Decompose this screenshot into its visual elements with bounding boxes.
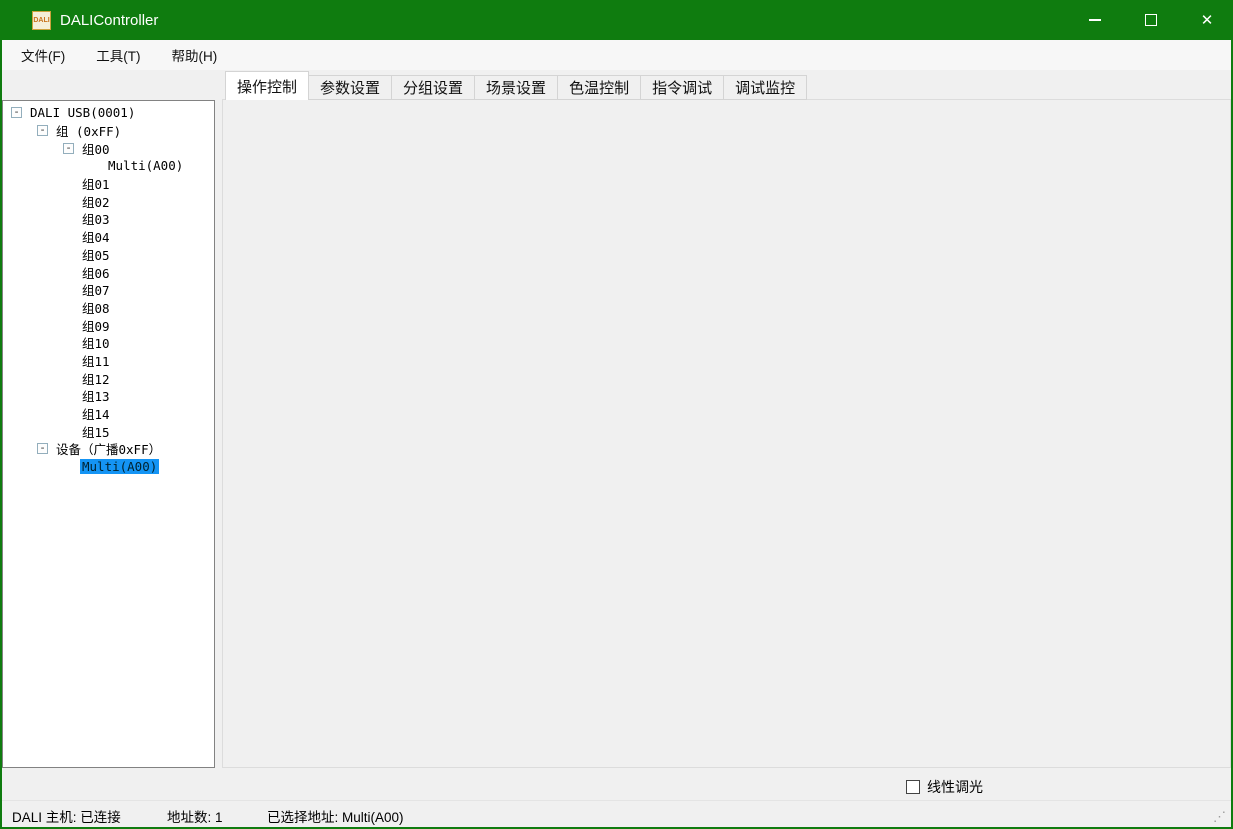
linear-dimming-row: 线性调光 bbox=[906, 777, 983, 797]
tree-item-label: 组10 bbox=[80, 333, 112, 352]
tree-item[interactable]: - 组 (0xFF) bbox=[3, 122, 214, 140]
tree-item[interactable]: 组11 bbox=[3, 352, 214, 370]
tree-item-label: 组00 bbox=[80, 139, 112, 158]
minimize-button[interactable] bbox=[1072, 0, 1118, 40]
app-icon: DALI bbox=[32, 11, 51, 30]
tab[interactable]: 色温控制 bbox=[558, 75, 641, 100]
status-bar: DALI 主机: 已连接 地址数: 1 已选择地址: Multi(A00) ⋰ bbox=[2, 800, 1231, 827]
tree-item[interactable]: Multi(A00) bbox=[3, 458, 214, 476]
linear-dimming-checkbox[interactable] bbox=[906, 780, 920, 794]
tree-expander-icon[interactable]: - bbox=[37, 125, 48, 136]
tree-item-label: 组07 bbox=[80, 280, 112, 299]
menu-item[interactable]: 工具(T) bbox=[83, 40, 153, 70]
tree-item[interactable]: 组13 bbox=[3, 387, 214, 405]
tree-item-label: 组06 bbox=[80, 263, 112, 282]
app-window: DALI DALIController ✕ 文件(F)工具(T)帮助(H) - … bbox=[0, 0, 1233, 829]
status-address-count: 地址数: 1 bbox=[167, 806, 223, 826]
tree-item[interactable]: 组10 bbox=[3, 334, 214, 352]
tab[interactable]: 操作控制 bbox=[225, 71, 309, 100]
tree-item-label: 组11 bbox=[80, 351, 112, 370]
title-bar: DALI DALIController ✕ bbox=[0, 0, 1233, 40]
tab-page-operation-control bbox=[222, 99, 1231, 768]
device-tree: - DALI USB(0001) - 组 (0xFF) - 组00 Multi(… bbox=[2, 100, 215, 768]
tab-strip: 操作控制参数设置分组设置场景设置色温控制指令调试调试监控 bbox=[225, 71, 807, 100]
tab[interactable]: 指令调试 bbox=[641, 75, 724, 100]
tree-expander-icon[interactable]: - bbox=[37, 443, 48, 454]
menu-bar: 文件(F)工具(T)帮助(H) bbox=[2, 40, 1231, 70]
tree-item-label: 组 (0xFF) bbox=[54, 121, 123, 140]
tree-item-label: 组02 bbox=[80, 192, 112, 211]
tree-item-label: Multi(A00) bbox=[80, 459, 159, 474]
tree-item-label: 组14 bbox=[80, 404, 112, 423]
status-selected-address: 已选择地址: Multi(A00) bbox=[267, 806, 404, 826]
tree-item[interactable]: 组05 bbox=[3, 246, 214, 264]
tree-item[interactable]: 组08 bbox=[3, 299, 214, 317]
tab[interactable]: 场景设置 bbox=[475, 75, 558, 100]
tree-item-label: Multi(A00) bbox=[106, 158, 185, 173]
tree-item[interactable]: 组07 bbox=[3, 281, 214, 299]
tree-item-label: 组12 bbox=[80, 369, 112, 388]
tree-expander-icon[interactable]: - bbox=[11, 107, 22, 118]
tree-item[interactable]: - 设备（广播0xFF） bbox=[3, 440, 214, 458]
tree-item-label: 组01 bbox=[80, 174, 112, 193]
maximize-icon bbox=[1145, 14, 1157, 26]
tab[interactable]: 分组设置 bbox=[392, 75, 475, 100]
tree-item-label: 组04 bbox=[80, 227, 112, 246]
tree-item-label: 组15 bbox=[80, 422, 112, 441]
resize-grip-icon[interactable]: ⋰ bbox=[1213, 809, 1226, 825]
tree-item[interactable]: 组02 bbox=[3, 192, 214, 210]
tree-item[interactable]: - 组00 bbox=[3, 139, 214, 157]
tree-item[interactable]: 组12 bbox=[3, 369, 214, 387]
menu-item[interactable]: 帮助(H) bbox=[159, 40, 231, 70]
tree-item[interactable]: 组04 bbox=[3, 228, 214, 246]
tree-item[interactable]: 组06 bbox=[3, 263, 214, 281]
close-button[interactable]: ✕ bbox=[1184, 0, 1230, 40]
window-frame-left bbox=[0, 40, 2, 829]
linear-dimming-label: 线性调光 bbox=[927, 777, 983, 797]
tab[interactable]: 调试监控 bbox=[724, 75, 807, 100]
window-title: DALIController bbox=[60, 12, 158, 29]
menu-item[interactable]: 文件(F) bbox=[8, 40, 78, 70]
tree-item[interactable]: 组14 bbox=[3, 405, 214, 423]
minimize-icon bbox=[1089, 19, 1101, 21]
tree-item[interactable]: - DALI USB(0001) bbox=[3, 104, 214, 122]
tab[interactable]: 参数设置 bbox=[309, 75, 392, 100]
tree-item[interactable]: 组09 bbox=[3, 316, 214, 334]
tree-item[interactable]: 组03 bbox=[3, 210, 214, 228]
tree-item-label: 组05 bbox=[80, 245, 112, 264]
tree-expander-icon[interactable]: - bbox=[63, 143, 74, 154]
tree-item-label: 组09 bbox=[80, 316, 112, 335]
tree-item-label: 组13 bbox=[80, 386, 112, 405]
status-host-connection: DALI 主机: 已连接 bbox=[12, 806, 121, 826]
tree-item[interactable]: 组01 bbox=[3, 175, 214, 193]
tree-item-label: 组08 bbox=[80, 298, 112, 317]
tree-item-label: DALI USB(0001) bbox=[28, 105, 137, 120]
tree-item[interactable]: Multi(A00) bbox=[3, 157, 214, 175]
tree-item-label: 设备（广播0xFF） bbox=[54, 439, 163, 458]
tree-item-label: 组03 bbox=[80, 209, 112, 228]
tree-item[interactable]: 组15 bbox=[3, 422, 214, 440]
maximize-button[interactable] bbox=[1128, 0, 1174, 40]
